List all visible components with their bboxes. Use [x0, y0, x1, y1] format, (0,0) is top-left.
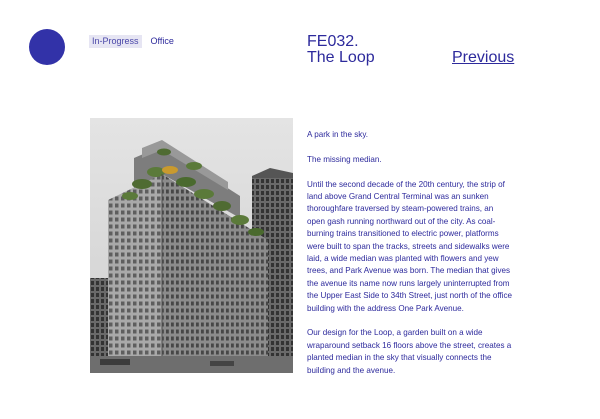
paragraph-4: Our design for the Loop, a garden built … [307, 328, 512, 375]
building-photo [90, 118, 293, 373]
project-code: FE032. [307, 33, 359, 50]
status-tag[interactable]: In-Progress [89, 35, 142, 48]
project-description: A park in the sky. The missing median. U… [307, 129, 512, 375]
paragraph-2: The missing median. [307, 154, 382, 164]
paragraph-1: A park in the sky. [307, 130, 369, 139]
project-image [90, 118, 293, 373]
type-tag[interactable]: Office [148, 35, 177, 48]
previous-link[interactable]: Previous [452, 50, 514, 66]
paragraph-3: Until the second decade of the 20th cent… [307, 179, 512, 313]
project-tags: In-Progress Office [89, 35, 177, 48]
logo[interactable] [29, 29, 65, 65]
project-title: FE032. The Loop [307, 34, 375, 66]
project-name: The Loop [307, 49, 375, 66]
